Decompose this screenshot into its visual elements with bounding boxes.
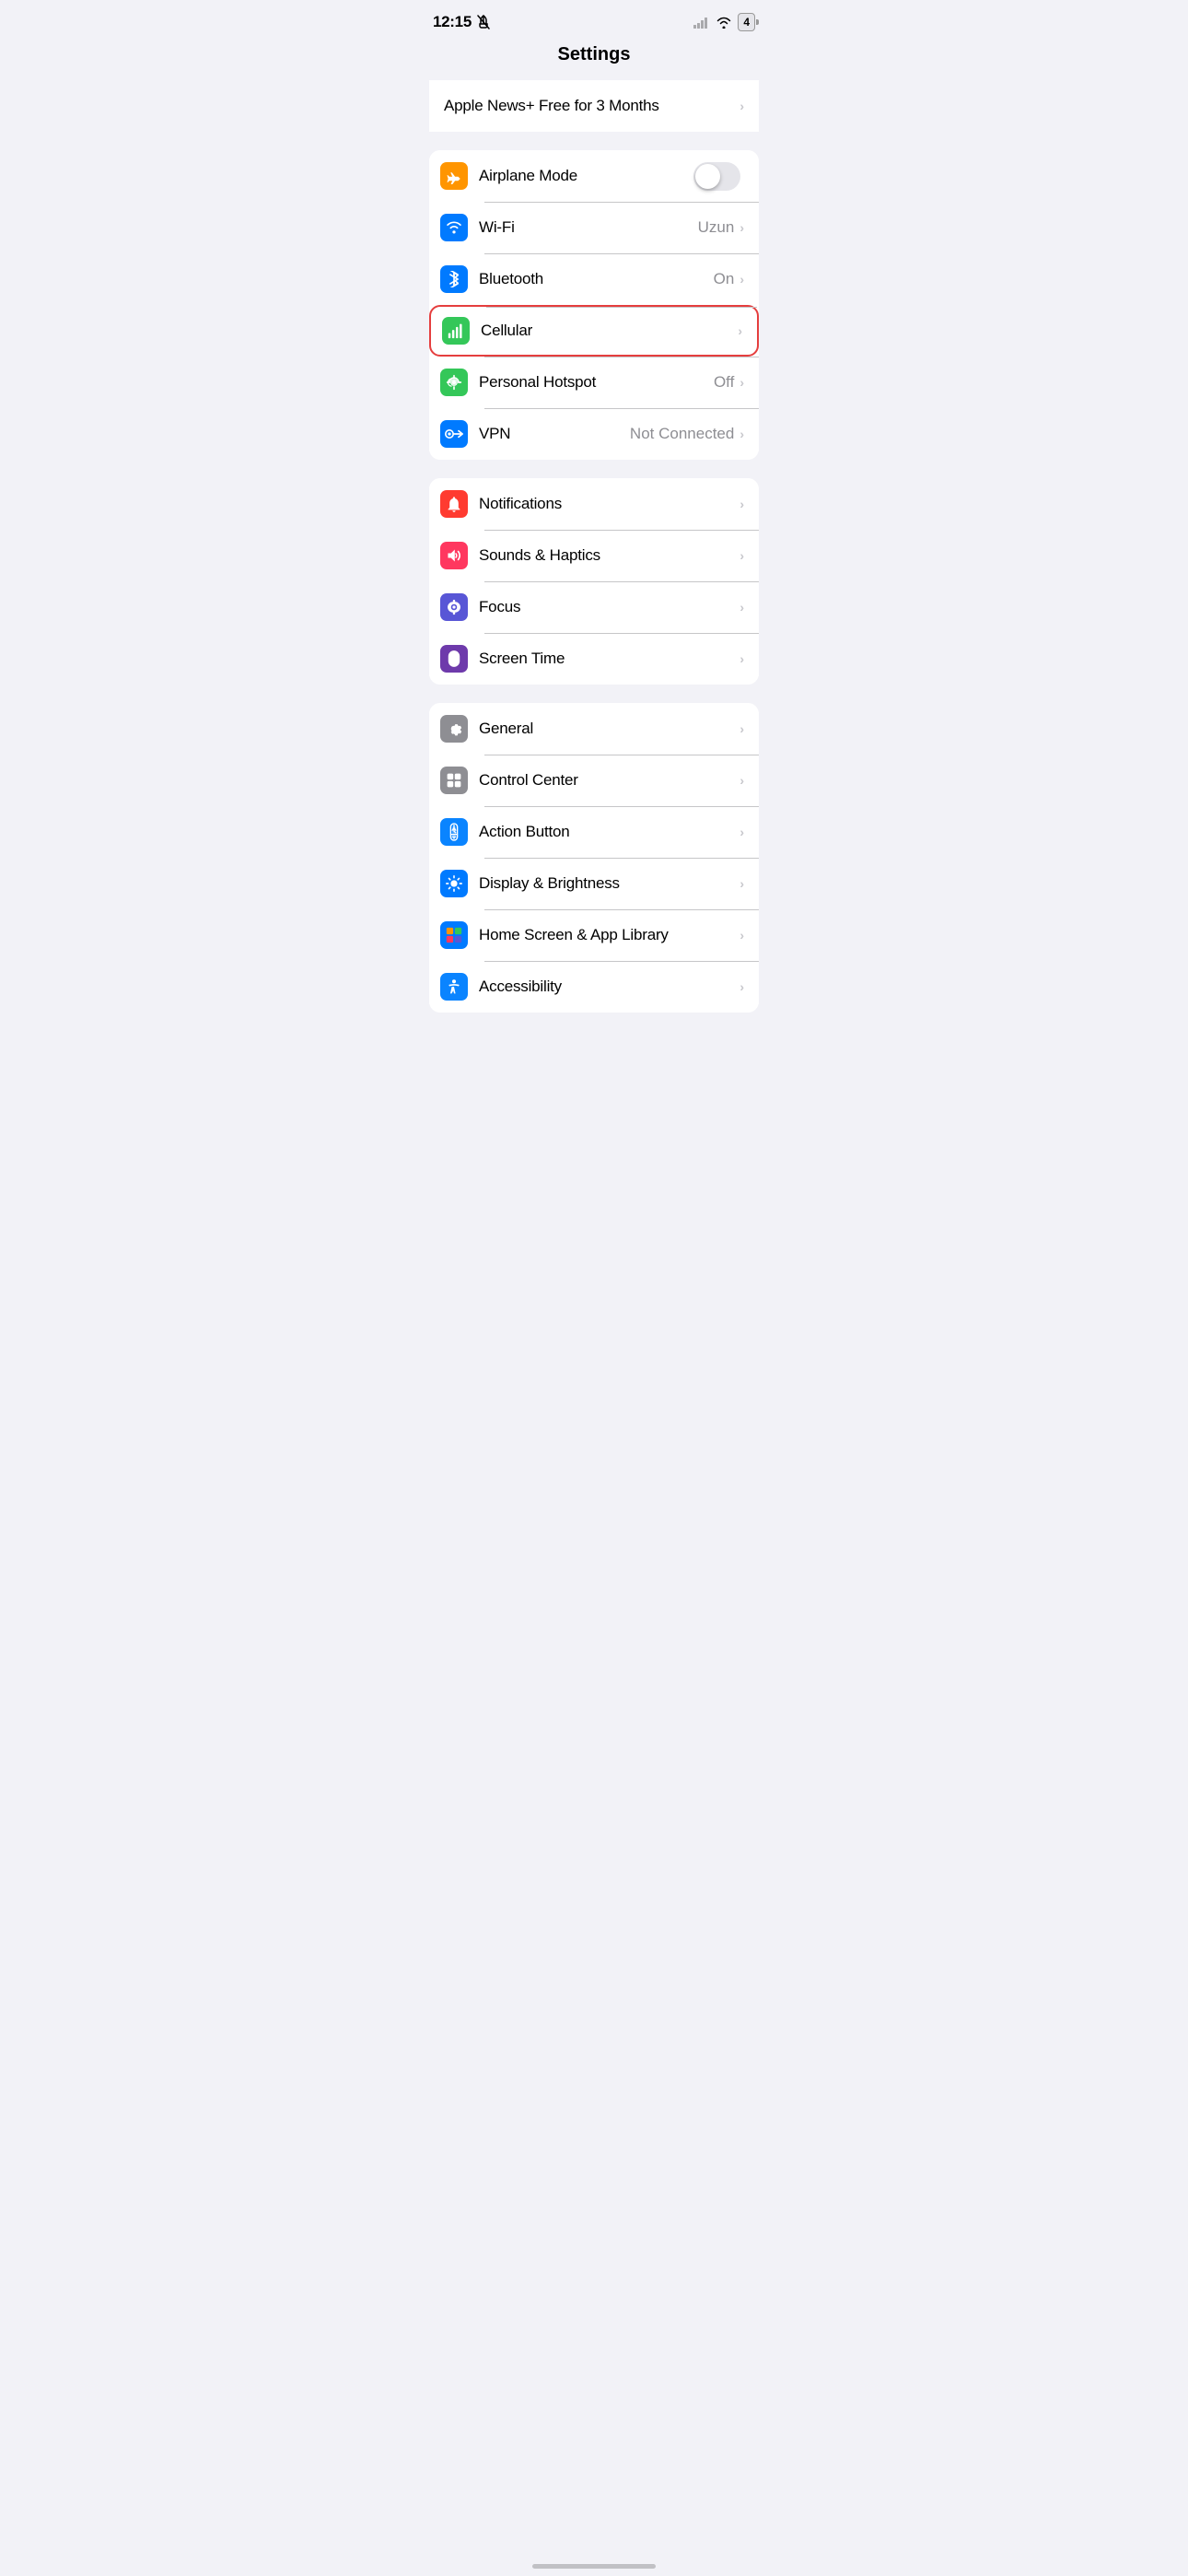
bluetooth-value: On [714, 270, 735, 288]
promo-row[interactable]: Apple News+ Free for 3 Months › [429, 80, 759, 132]
control-center-icon [440, 767, 468, 794]
control-center-chevron: › [740, 773, 744, 788]
accessibility-chevron: › [740, 979, 744, 994]
promo-section: Apple News+ Free for 3 Months › [429, 80, 759, 132]
hotspot-value: Off [714, 373, 734, 392]
control-center-label: Control Center [479, 771, 740, 790]
bluetooth-icon [440, 265, 468, 293]
general-chevron: › [740, 721, 744, 736]
promo-chevron: › [740, 99, 744, 113]
display-icon [440, 870, 468, 897]
bluetooth-label: Bluetooth [479, 270, 714, 288]
airplane-mode-toggle[interactable] [693, 162, 740, 191]
sounds-chevron: › [740, 548, 744, 563]
status-time: 12:15 [433, 13, 472, 31]
wifi-settings-icon [440, 214, 468, 241]
connectivity-section: Airplane Mode Wi-Fi Uzun › Bluetooth On … [429, 150, 759, 460]
screen-time-icon [440, 645, 468, 673]
vpn-value: Not Connected [630, 425, 734, 443]
settings-row-hotspot[interactable]: Personal Hotspot Off › [429, 357, 759, 408]
screen-time-label: Screen Time [479, 650, 740, 668]
settings-row-focus[interactable]: Focus › [429, 581, 759, 633]
general-section: General › Control Center › [429, 703, 759, 1013]
display-chevron: › [740, 876, 744, 891]
page-title: Settings [414, 37, 774, 80]
wifi-value: Uzun [698, 218, 735, 237]
focus-icon [440, 593, 468, 621]
hotspot-label: Personal Hotspot [479, 373, 714, 392]
status-icons: 4 [693, 13, 755, 31]
settings-row-general[interactable]: General › [429, 703, 759, 755]
settings-row-display[interactable]: Display & Brightness › [429, 858, 759, 909]
home-indicator [532, 2564, 656, 2569]
cellular-label: Cellular [481, 322, 738, 340]
settings-row-accessibility[interactable]: Accessibility › [429, 961, 759, 1013]
bluetooth-chevron: › [740, 272, 744, 287]
wifi-chevron: › [740, 220, 744, 235]
settings-row-screen-time[interactable]: Screen Time › [429, 633, 759, 685]
notifications-label: Notifications [479, 495, 740, 513]
home-screen-chevron: › [740, 928, 744, 943]
battery-level: 4 [743, 16, 750, 29]
settings-row-bluetooth[interactable]: Bluetooth On › [429, 253, 759, 305]
accessibility-icon [440, 973, 468, 1001]
sounds-label: Sounds & Haptics [479, 546, 740, 565]
airplane-mode-label: Airplane Mode [479, 167, 693, 185]
wifi-icon [716, 16, 732, 29]
status-bar: 12:15 4 [414, 0, 774, 37]
settings-row-control-center[interactable]: Control Center › [429, 755, 759, 806]
settings-row-action-button[interactable]: Action Button › [429, 806, 759, 858]
mute-icon [477, 15, 490, 29]
vpn-icon [440, 420, 468, 448]
display-label: Display & Brightness [479, 874, 740, 893]
settings-row-wifi[interactable]: Wi-Fi Uzun › [429, 202, 759, 253]
home-screen-icon [440, 921, 468, 949]
action-button-chevron: › [740, 825, 744, 839]
settings-row-home-screen[interactable]: Home Screen & App Library › [429, 909, 759, 961]
promo-label: Apple News+ Free for 3 Months [444, 97, 740, 115]
notifications-section: Notifications › Sounds & Haptics › Focus… [429, 478, 759, 685]
accessibility-label: Accessibility [479, 978, 740, 996]
vpn-chevron: › [740, 427, 744, 441]
settings-row-cellular[interactable]: Cellular › [429, 305, 759, 357]
general-label: General [479, 720, 740, 738]
action-button-label: Action Button [479, 823, 740, 841]
airplane-mode-icon [440, 162, 468, 190]
settings-row-sounds[interactable]: Sounds & Haptics › [429, 530, 759, 581]
hotspot-icon [440, 369, 468, 396]
vpn-label: VPN [479, 425, 630, 443]
action-button-icon [440, 818, 468, 846]
wifi-label: Wi-Fi [479, 218, 698, 237]
focus-chevron: › [740, 600, 744, 615]
notifications-chevron: › [740, 497, 744, 511]
signal-icon [693, 17, 710, 29]
notifications-icon [440, 490, 468, 518]
settings-row-vpn[interactable]: VPN Not Connected › [429, 408, 759, 460]
battery-indicator: 4 [738, 13, 755, 31]
hotspot-chevron: › [740, 375, 744, 390]
focus-label: Focus [479, 598, 740, 616]
sounds-icon [440, 542, 468, 569]
general-icon [440, 715, 468, 743]
settings-row-notifications[interactable]: Notifications › [429, 478, 759, 530]
cellular-chevron: › [738, 323, 742, 338]
home-screen-label: Home Screen & App Library [479, 926, 740, 944]
settings-row-airplane-mode[interactable]: Airplane Mode [429, 150, 759, 202]
cellular-icon [442, 317, 470, 345]
screen-time-chevron: › [740, 651, 744, 666]
